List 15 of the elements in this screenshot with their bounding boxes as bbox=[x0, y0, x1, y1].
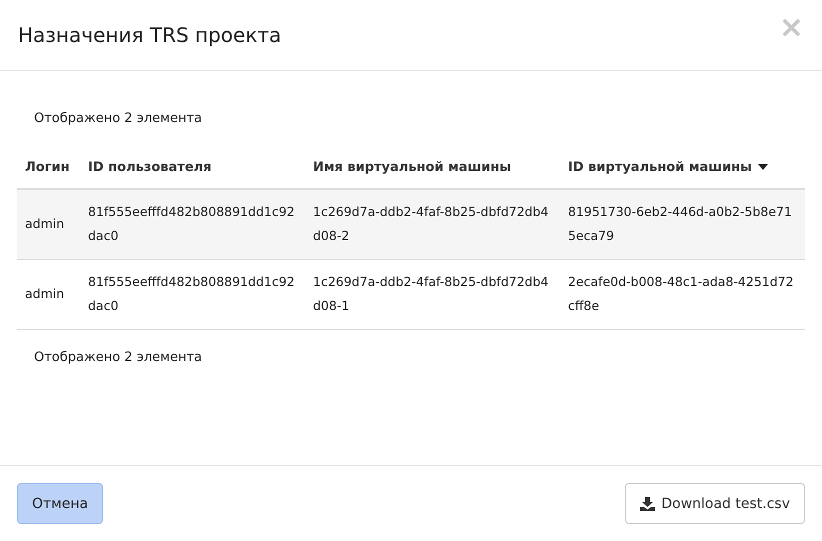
cancel-button[interactable]: Отмена bbox=[17, 483, 104, 524]
item-count: Отображено 2 элемента bbox=[34, 350, 202, 364]
table-cell: 81f555eefffd482b808891dd1c92dac0 bbox=[80, 189, 305, 259]
table-cell: 2ecafe0d-b008-48c1-ada8-4251d72cff8e bbox=[560, 259, 805, 329]
table-cell: admin bbox=[17, 259, 80, 329]
table-cell: 1c269d7a-ddb2-4faf-8b25-dbfd72db4d08-1 bbox=[305, 259, 560, 329]
item-count: Отображено 2 элемента bbox=[34, 111, 202, 126]
download-icon bbox=[640, 496, 656, 510]
table-cell: 81f555eefffd482b808891dd1c92dac0 bbox=[80, 259, 305, 329]
table-cell: admin bbox=[17, 189, 80, 259]
dialog-title: Назначения TRS проекта bbox=[18, 23, 282, 47]
download-button[interactable]: Download test.csv bbox=[625, 483, 805, 524]
table-cell: 1c269d7a-ddb2-4faf-8b25-dbfd72db4d08-2 bbox=[305, 189, 560, 259]
caret-icon bbox=[758, 164, 768, 170]
table-cell: 81951730-6eb2-446d-a0b2-5b8e715eca79 bbox=[560, 189, 805, 259]
